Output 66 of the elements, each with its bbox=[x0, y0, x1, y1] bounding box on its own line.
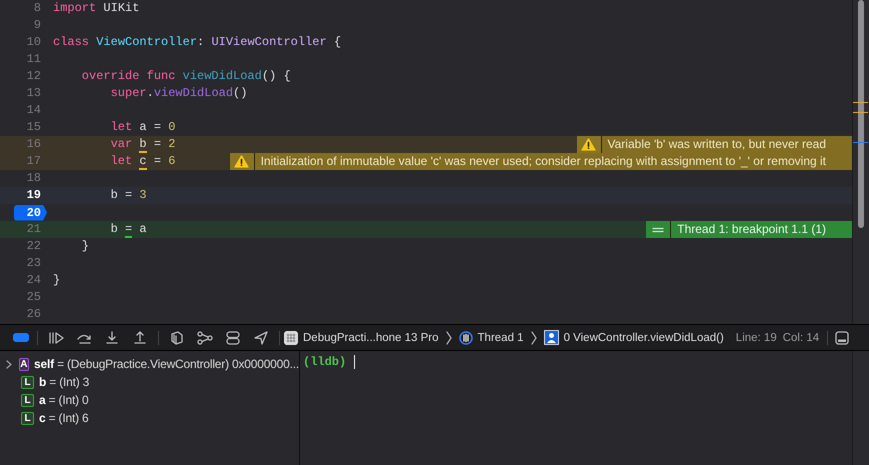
annotation-text: Initialization of immutable value 'c' was never used; consider replacing with assignment to '_' or removing it bbox=[260, 153, 827, 170]
stack-frame-selector[interactable]: 0 ViewController.viewDidLoad() bbox=[564, 332, 724, 344]
equals-icon bbox=[652, 226, 664, 234]
code-line: import UIKit bbox=[53, 0, 140, 17]
code-line: override func viewDidLoad() { bbox=[80, 68, 291, 85]
line-number: 14 bbox=[26, 102, 41, 119]
column-indicator: Col: 14 bbox=[782, 332, 820, 344]
line-number: 11 bbox=[26, 51, 41, 68]
chevron-icon bbox=[530, 330, 538, 344]
line-number: 25 bbox=[26, 289, 41, 306]
line-number: 15 bbox=[26, 119, 41, 136]
annotation-text: Variable 'b' was written to, but never read bbox=[606, 136, 827, 153]
breakpoint-marker[interactable]: 20 bbox=[14, 204, 47, 220]
warning-icon bbox=[581, 138, 596, 151]
code-line: let c = 6 bbox=[110, 153, 176, 170]
thread-selector[interactable]: Thread 1 bbox=[478, 332, 524, 344]
variable-value[interactable]: b = (Int) 3 bbox=[39, 375, 90, 389]
console-prompt: (lldb) bbox=[303, 355, 346, 370]
code-line: class ViewController: UIViewController { bbox=[53, 34, 342, 51]
chevron-icon bbox=[444, 330, 453, 344]
person-icon bbox=[544, 330, 559, 345]
thread-icon bbox=[458, 330, 473, 344]
line-number: 24 bbox=[26, 272, 41, 289]
code-line: b = a bbox=[110, 221, 147, 238]
line-number: 16 bbox=[26, 136, 41, 153]
variable-value[interactable]: self = (DebugPractice.ViewController) 0x0000000... bbox=[34, 357, 299, 371]
panel-icon[interactable] bbox=[835, 330, 850, 344]
variable-badge: L bbox=[21, 394, 34, 406]
line-number: 13 bbox=[26, 85, 41, 102]
line-number: 8 bbox=[34, 0, 41, 17]
line-number: 10 bbox=[26, 34, 41, 51]
line-number: 17 bbox=[26, 153, 41, 170]
variable-badge: L bbox=[21, 412, 34, 424]
toggles-icon[interactable] bbox=[225, 330, 241, 344]
code-line: } bbox=[53, 272, 60, 289]
graph-icon[interactable] bbox=[197, 330, 213, 344]
variable-value[interactable]: a = (Int) 0 bbox=[39, 393, 89, 407]
code-line: let a = 0 bbox=[110, 119, 176, 136]
layers-icon[interactable] bbox=[169, 330, 185, 344]
scroll-thumb[interactable] bbox=[858, 0, 864, 228]
text-cursor bbox=[354, 355, 356, 369]
annotation-text: Thread 1: breakpoint 1.1 (1) bbox=[676, 221, 827, 238]
line-number: 22 bbox=[26, 238, 41, 255]
code-line: } bbox=[80, 238, 90, 255]
breakpoints-toggle[interactable] bbox=[13, 333, 29, 342]
variable-badge: L bbox=[21, 376, 34, 388]
app-icon bbox=[284, 330, 298, 344]
code-line: b = 3 bbox=[110, 187, 147, 204]
variable-value[interactable]: c = (Int) 6 bbox=[39, 411, 89, 425]
location-arrow-icon[interactable] bbox=[253, 330, 269, 344]
step-into-icon[interactable] bbox=[104, 330, 120, 344]
line-number: 21 bbox=[26, 221, 41, 238]
code-line: super.viewDidLoad() bbox=[110, 85, 248, 102]
step-out-icon[interactable] bbox=[132, 330, 148, 344]
line-number: 23 bbox=[26, 255, 41, 272]
line-number: 9 bbox=[34, 17, 41, 34]
disclosure-chevron-icon[interactable] bbox=[6, 360, 12, 368]
line-number: 26 bbox=[26, 306, 41, 323]
line-number: 12 bbox=[26, 68, 41, 85]
line-number: 18 bbox=[26, 170, 41, 187]
line-indicator: Line: 19 bbox=[736, 332, 777, 344]
line-number: 19 bbox=[26, 187, 41, 204]
scheme-selector[interactable]: DebugPracti...hone 13 Pro bbox=[303, 332, 439, 344]
continue-icon[interactable] bbox=[48, 330, 64, 344]
variable-badge: A bbox=[18, 358, 30, 370]
warning-icon bbox=[234, 155, 250, 168]
